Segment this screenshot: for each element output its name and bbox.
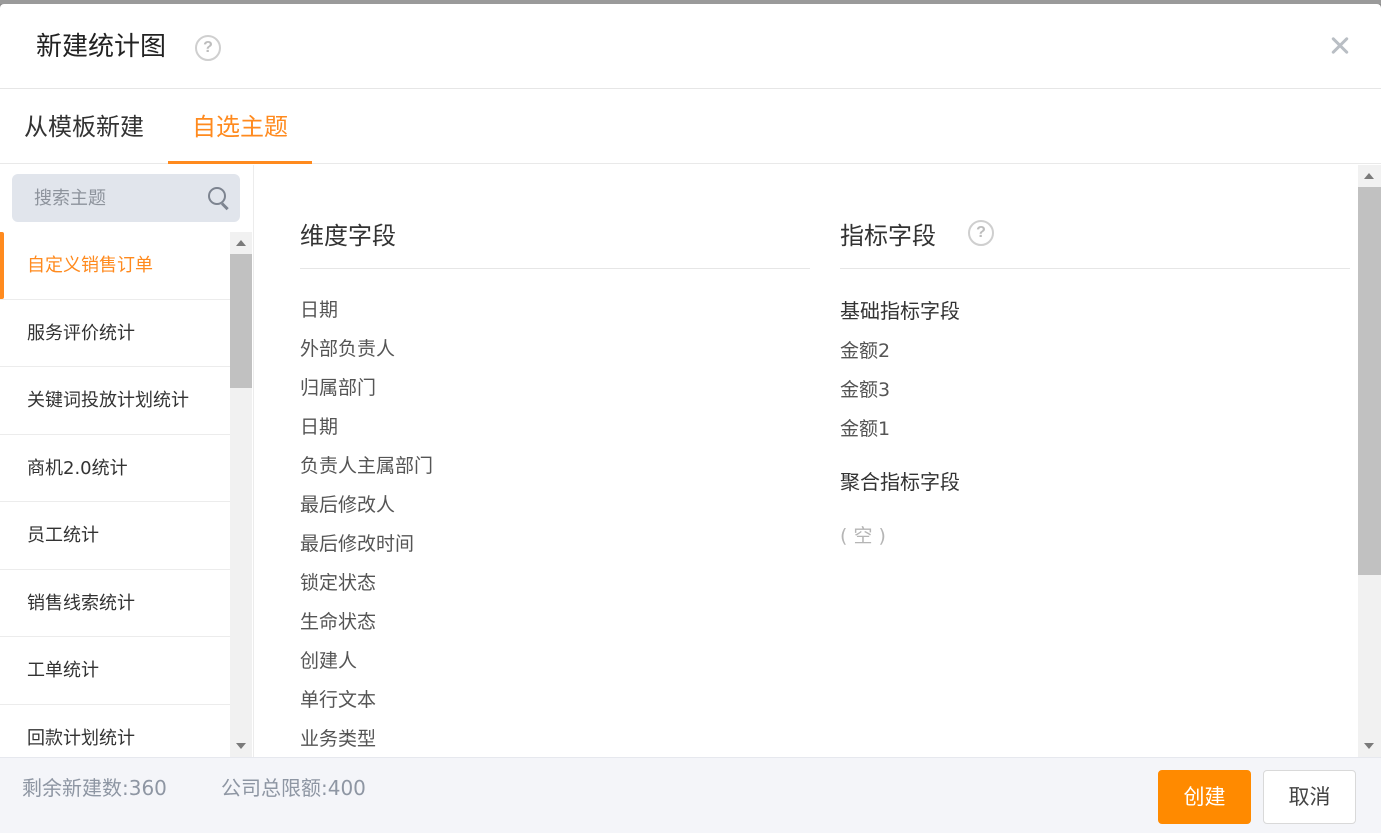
new-chart-dialog: 新建统计图 ? 从模板新建 自选主题 自定义销售订单 服务评价统计 关键词投放计… xyxy=(0,4,1381,833)
scrollbar-thumb[interactable] xyxy=(1358,187,1381,575)
scroll-up-icon[interactable] xyxy=(236,240,246,246)
base-metric-title: 基础指标字段 xyxy=(840,299,960,323)
dimension-field[interactable]: 日期 xyxy=(300,291,433,330)
help-icon[interactable]: ? xyxy=(195,35,221,61)
tab-custom-theme[interactable]: 自选主题 xyxy=(168,90,312,164)
theme-list-scrollbar[interactable] xyxy=(230,232,252,757)
tab-from-template[interactable]: 从模板新建 xyxy=(24,90,148,164)
theme-item-sales-lead[interactable]: 销售线索统计 xyxy=(0,570,230,637)
theme-item-keyword-plan[interactable]: 关键词投放计划统计 xyxy=(0,367,230,435)
theme-item-service-rating[interactable]: 服务评价统计 xyxy=(0,300,230,367)
dimension-field[interactable]: 生命状态 xyxy=(300,603,433,642)
theme-item-work-order[interactable]: 工单统计 xyxy=(0,637,230,705)
dimension-field[interactable]: 锁定状态 xyxy=(300,564,433,603)
aggregate-empty-text: ( 空 ) xyxy=(840,525,886,547)
metric-field[interactable]: 金额1 xyxy=(840,410,890,449)
aggregate-metric-title: 聚合指标字段 xyxy=(840,470,960,494)
scroll-up-icon[interactable] xyxy=(1364,173,1374,179)
close-icon[interactable] xyxy=(1327,28,1353,62)
dialog-title: 新建统计图 xyxy=(36,32,167,62)
dimension-field[interactable]: 单行文本 xyxy=(300,681,433,720)
company-limit: 公司总限额:400 xyxy=(221,776,366,800)
metric-divider xyxy=(840,268,1350,269)
base-metric-list: 金额2 金额3 金额1 xyxy=(840,332,890,449)
dimension-title: 维度字段 xyxy=(300,222,396,250)
metric-help-icon[interactable]: ? xyxy=(968,220,994,246)
dimension-field[interactable]: 负责人主属部门 xyxy=(300,447,433,486)
tab-bar: 从模板新建 自选主题 xyxy=(0,90,1381,164)
theme-item-payment-plan[interactable]: 回款计划统计 xyxy=(0,705,230,758)
dimension-field[interactable]: 创建人 xyxy=(300,642,433,681)
dimension-field[interactable]: 业务类型 xyxy=(300,720,433,759)
dimension-list: 日期 外部负责人 归属部门 日期 负责人主属部门 最后修改人 最后修改时间 锁定… xyxy=(300,291,433,759)
dimension-field[interactable]: 日期 xyxy=(300,408,433,447)
theme-list: 自定义销售订单 服务评价统计 关键词投放计划统计 商机2.0统计 员工统计 销售… xyxy=(0,232,230,757)
dimension-field[interactable]: 归属部门 xyxy=(300,369,433,408)
create-button[interactable]: 创建 xyxy=(1158,770,1251,824)
scrollbar-thumb[interactable] xyxy=(230,254,252,388)
theme-item-employee[interactable]: 员工统计 xyxy=(0,502,230,570)
theme-sidebar: 自定义销售订单 服务评价统计 关键词投放计划统计 商机2.0统计 员工统计 销售… xyxy=(0,165,254,757)
search-icon[interactable] xyxy=(208,187,228,207)
cancel-button[interactable]: 取消 xyxy=(1263,770,1356,824)
dialog-header: 新建统计图 ? xyxy=(0,4,1381,89)
dimension-field[interactable]: 外部负责人 xyxy=(300,330,433,369)
dimension-field[interactable]: 最后修改时间 xyxy=(300,525,433,564)
theme-item-custom-sales-order[interactable]: 自定义销售订单 xyxy=(0,232,230,300)
field-panel-scrollbar[interactable] xyxy=(1358,165,1381,757)
dialog-footer: 剩余新建数:360 公司总限额:400 创建 取消 xyxy=(0,757,1381,833)
dimension-field[interactable]: 最后修改人 xyxy=(300,486,433,525)
metric-field[interactable]: 金额2 xyxy=(840,332,890,371)
remaining-count: 剩余新建数:360 xyxy=(22,776,167,800)
dimension-divider xyxy=(300,268,810,269)
scroll-down-icon[interactable] xyxy=(1364,743,1374,749)
metric-field[interactable]: 金额3 xyxy=(840,371,890,410)
theme-item-opportunity[interactable]: 商机2.0统计 xyxy=(0,435,230,502)
search-theme-input[interactable] xyxy=(12,174,240,222)
scroll-down-icon[interactable] xyxy=(236,743,246,749)
field-panel: 维度字段 日期 外部负责人 归属部门 日期 负责人主属部门 最后修改人 最后修改… xyxy=(255,165,1358,757)
metric-title: 指标字段 xyxy=(840,222,936,250)
